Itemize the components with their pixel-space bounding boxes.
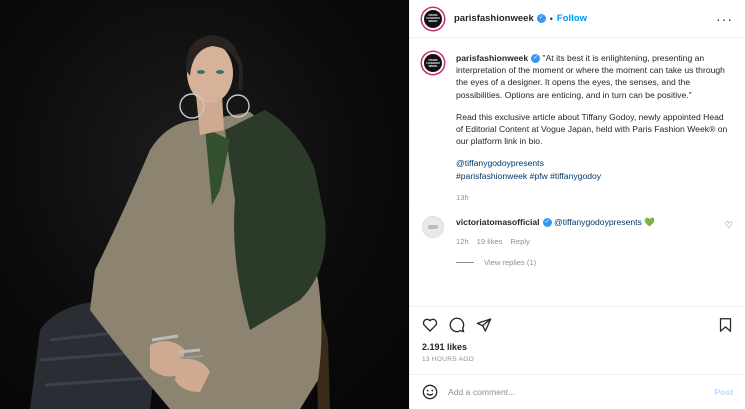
comment-likes[interactable]: 19 likes — [477, 236, 503, 248]
comment-icon[interactable] — [449, 317, 465, 333]
comment-mention[interactable]: @tiffanygodoypresents — [554, 217, 642, 227]
follow-button[interactable]: Follow — [557, 13, 587, 24]
avatar-logo: PARIS FASHION WEEK — [426, 13, 440, 23]
save-icon[interactable] — [718, 317, 733, 333]
comment-item: victoriatomasofficial ✓ @tiffanygodoypres… — [422, 216, 733, 248]
emoji-icon[interactable] — [422, 384, 438, 400]
verified-icon: ✓ — [542, 218, 552, 228]
commenter-username[interactable]: victoriatomasofficial — [456, 217, 540, 227]
author-avatar[interactable]: PARIS FASHION WEEK — [422, 7, 444, 30]
green-heart-emoji: 💚 — [644, 217, 655, 228]
add-comment-bar: Post — [410, 374, 745, 409]
verified-icon: ✓ — [531, 54, 541, 64]
view-replies-button[interactable]: View replies (1) — [456, 258, 733, 267]
separator-dot: • — [549, 13, 553, 24]
caption-username[interactable]: parisfashionweek — [456, 53, 528, 63]
author-username[interactable]: parisfashionweek — [454, 13, 534, 24]
commenter-avatar[interactable] — [422, 216, 444, 239]
post-photo[interactable] — [0, 0, 409, 409]
comment-heart-icon[interactable]: ♡ — [725, 220, 733, 231]
post-side-panel: PARIS FASHION WEEK parisfashionweek ✓ • Fo… — [409, 0, 745, 409]
more-icon[interactable]: ··· — [716, 12, 733, 26]
view-replies-label: View replies (1) — [484, 258, 537, 268]
caption-paragraph: Read this exclusive article about Tiffan… — [456, 111, 728, 147]
verified-icon: ✓ — [536, 14, 546, 23]
post-comment-button[interactable]: Post — [714, 387, 733, 397]
likes-count[interactable]: 2.191 likes — [410, 342, 745, 352]
post-time: 13h — [456, 192, 469, 202]
post-caption: PARIS FASHION WEEK parisfashionweek ✓ "At i… — [422, 52, 733, 204]
replies-line — [456, 262, 474, 264]
caption-mention[interactable]: @tiffanygodoypresents — [456, 157, 733, 169]
comment-time: 12h — [456, 237, 469, 247]
avatar-logo: PARIS FASHION WEEK — [426, 57, 440, 68]
post-image — [30, 35, 330, 409]
comment-reply-button[interactable]: Reply — [510, 236, 529, 248]
post-header: PARIS FASHION WEEK parisfashionweek ✓ • Fo… — [410, 0, 745, 38]
caption-avatar[interactable]: PARIS FASHION WEEK — [422, 52, 444, 74]
share-icon[interactable] — [476, 317, 492, 333]
action-bar — [410, 306, 745, 342]
caption-hashtags[interactable]: #parisfashionweek #pfw #tiffanygodoy — [456, 170, 733, 182]
comments-area: PARIS FASHION WEEK parisfashionweek ✓ "At i… — [410, 38, 745, 306]
post-age: 13 HOURS AGO — [422, 356, 475, 363]
comment-input[interactable] — [448, 387, 715, 397]
heart-icon[interactable] — [422, 317, 438, 333]
